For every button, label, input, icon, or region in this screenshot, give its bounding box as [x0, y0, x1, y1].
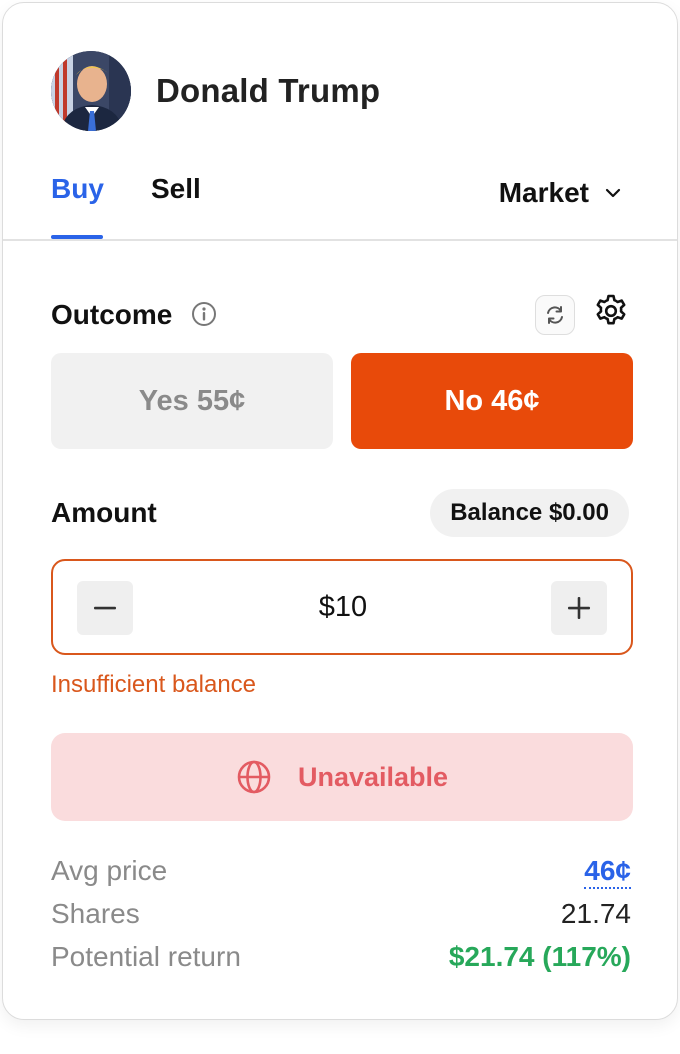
error-message: Insufficient balance — [51, 671, 257, 698]
tab-sell[interactable]: Sell — [151, 173, 201, 205]
shares-value: 21.74 — [560, 898, 631, 929]
shares-label: Shares — [51, 898, 140, 929]
market-name: Donald Trump — [156, 72, 381, 109]
amount-label: Amount — [51, 497, 157, 528]
market-header: Donald Trump — [51, 51, 380, 131]
summary-row-shares: Shares 21.74 — [51, 896, 633, 939]
globe-icon — [237, 760, 271, 794]
info-icon[interactable] — [191, 301, 217, 327]
refresh-button[interactable] — [535, 295, 575, 335]
outcome-selector: Yes 55¢ No 46¢ — [51, 353, 633, 451]
amount-input[interactable] — [153, 579, 533, 635]
order-type-label: Market — [498, 177, 589, 208]
tab-buy[interactable]: Buy — [51, 173, 104, 205]
trade-panel: Donald Trump Buy Sell Market Outcome Yes… — [2, 2, 678, 1020]
trade-tabs: Buy Sell Market — [3, 163, 677, 241]
tabs-divider — [3, 239, 677, 241]
minus-icon — [94, 606, 116, 610]
plus-icon — [568, 597, 590, 619]
decrement-button[interactable] — [77, 581, 133, 635]
gear-icon[interactable] — [593, 293, 629, 329]
submit-label: Unavailable — [297, 761, 449, 792]
avg-price-value[interactable]: 46¢ — [584, 855, 631, 889]
outcome-label: Outcome — [51, 299, 173, 330]
outcome-header: Outcome — [51, 293, 631, 337]
submit-button[interactable]: Unavailable — [51, 733, 633, 821]
outcome-no-button[interactable]: No 46¢ — [351, 353, 633, 449]
amount-stepper — [51, 559, 633, 655]
potential-return-label: Potential return — [51, 941, 241, 972]
increment-button[interactable] — [551, 581, 607, 635]
refresh-icon — [547, 306, 563, 324]
summary-row-return: Potential return $21.74 (117%) — [51, 939, 633, 982]
avg-price-label: Avg price — [51, 855, 168, 886]
order-summary: Avg price 46¢ Shares 21.74 Potential ret… — [51, 853, 633, 982]
outcome-yes-button[interactable]: Yes 55¢ — [51, 353, 333, 449]
potential-return-value: $21.74 (117%) — [448, 941, 631, 972]
summary-row-avg-price: Avg price 46¢ — [51, 853, 633, 896]
order-type-dropdown[interactable]: Market — [499, 177, 621, 209]
avatar — [51, 51, 131, 131]
chevron-down-icon — [605, 188, 621, 198]
balance-badge: Balance $0.00 — [430, 489, 629, 537]
